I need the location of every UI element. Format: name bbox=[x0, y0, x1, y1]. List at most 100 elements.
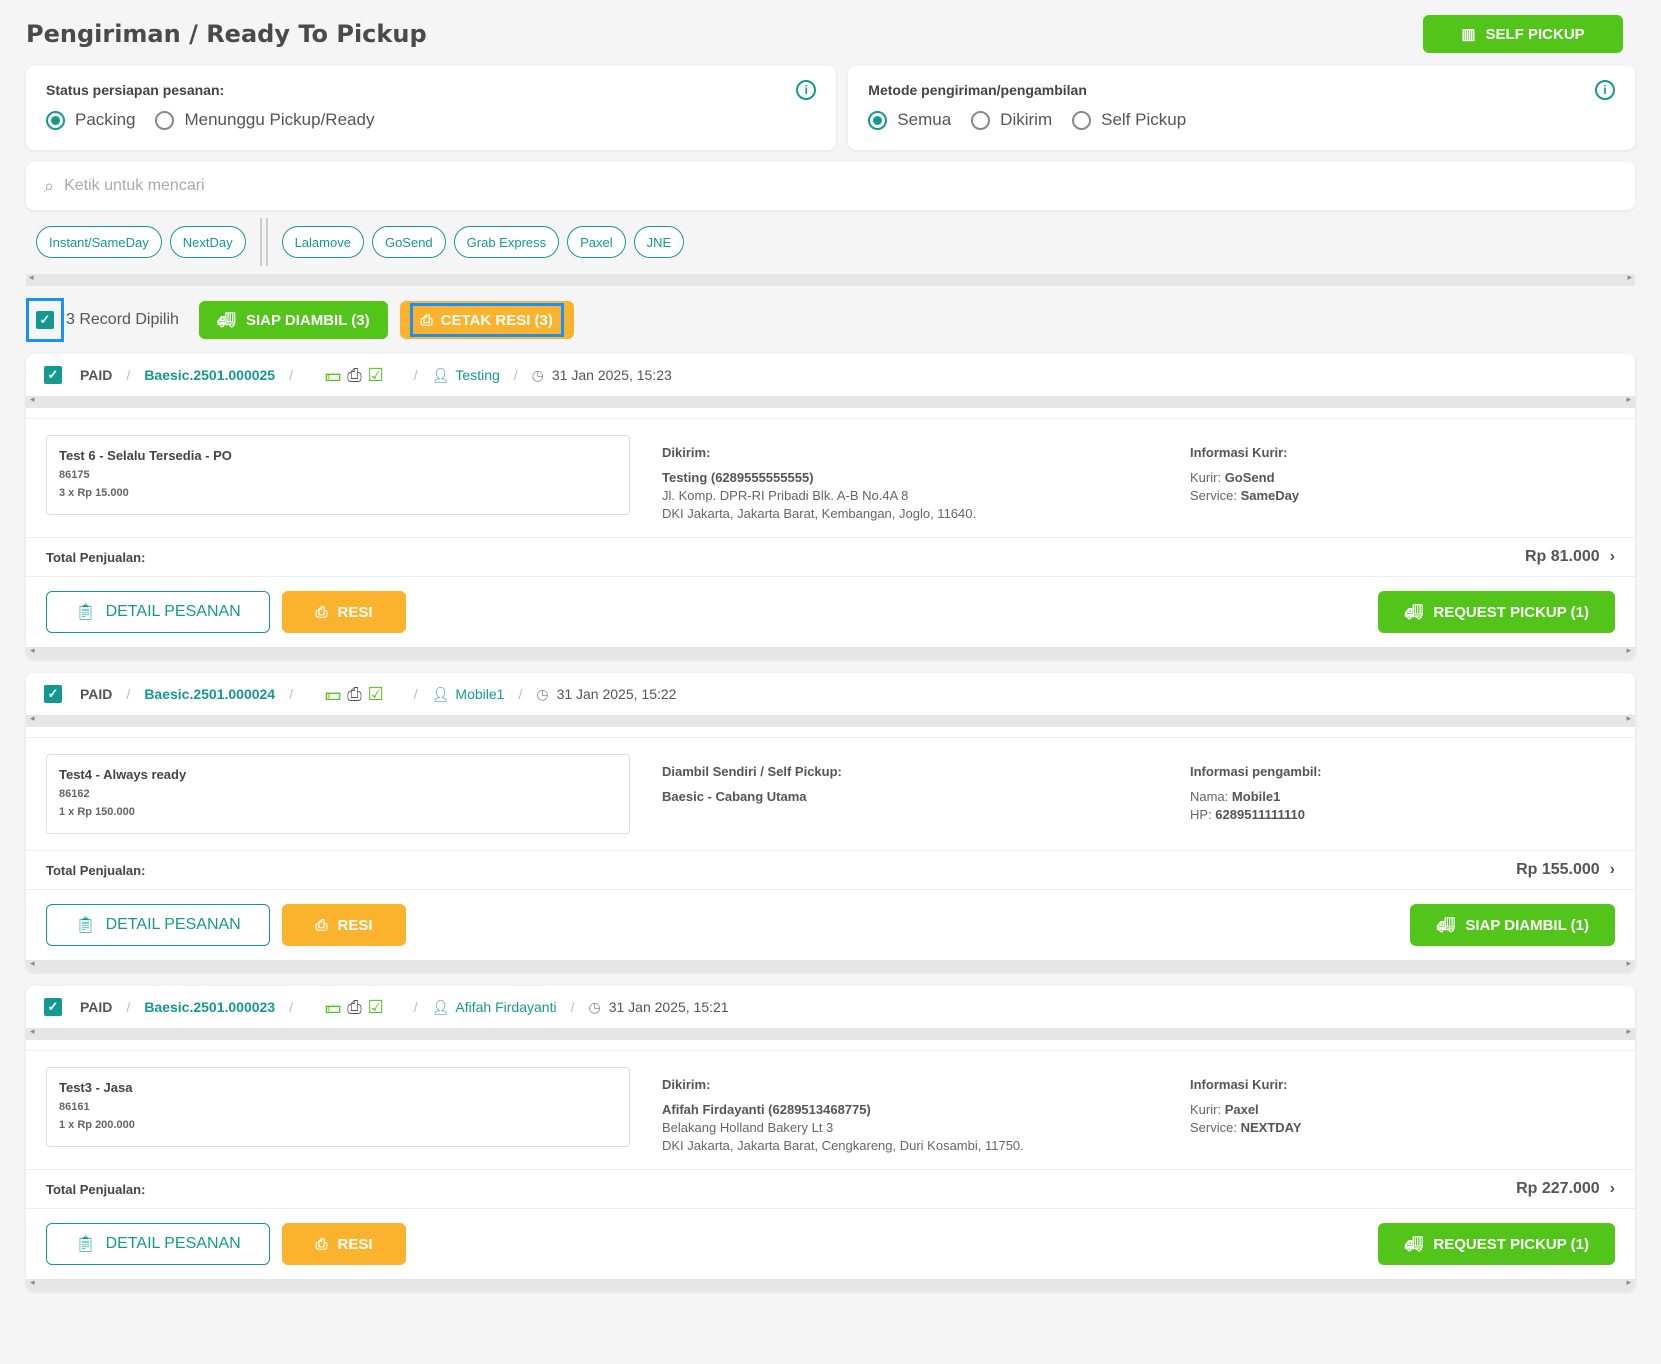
chip-gosend[interactable]: GoSend bbox=[371, 226, 446, 258]
picker-name-row: Nama: Mobile1 bbox=[1190, 789, 1321, 804]
customer: 👤︎ Afifah Firdayanti bbox=[432, 999, 557, 1016]
detail-pesanan-button[interactable]: 📋︎ DETAIL PESANAN bbox=[46, 591, 270, 633]
product-sku: 86175 bbox=[59, 469, 90, 481]
status-icons: 💵︎ ⎙ ☑ bbox=[325, 997, 384, 1018]
picker-value: Mobile1 bbox=[1231, 789, 1281, 804]
clipboard-icon: 📋︎ bbox=[75, 1236, 96, 1253]
page-title: Pengiriman / Ready To Pickup bbox=[26, 20, 427, 48]
courier-label: Informasi Kurir: bbox=[1190, 445, 1288, 460]
bulk-cetak-resi-button[interactable]: ⎙ CETAK RESI (3) bbox=[399, 301, 574, 339]
chip-lalamove[interactable]: Lalamove bbox=[281, 226, 364, 258]
order-number[interactable]: Baesic.2501.000024 bbox=[144, 686, 275, 702]
order-scrollbar[interactable] bbox=[26, 1277, 1635, 1291]
order-checkbox[interactable]: ✓ bbox=[44, 998, 62, 1016]
order-scrollbar[interactable] bbox=[26, 958, 1635, 972]
order-checkbox[interactable]: ✓ bbox=[44, 685, 62, 703]
self-pickup-button[interactable]: ▥ SELF PICKUP bbox=[1423, 15, 1623, 53]
radio-semua[interactable]: Semua bbox=[868, 110, 951, 130]
courier-value: Paxel bbox=[1224, 1102, 1259, 1117]
order-time: ◷ 31 Jan 2025, 15:23 bbox=[532, 367, 672, 384]
status-filter-card: Status persiapan pesanan: i Packing Menu… bbox=[26, 66, 837, 150]
total-amount: Rp 227.000 bbox=[1516, 1180, 1600, 1197]
detail-pesanan-button[interactable]: 📋︎ DETAIL PESANAN bbox=[46, 904, 270, 946]
cash-icon: 💵︎ bbox=[325, 996, 342, 1017]
order-card: ✓ PAID / Baesic.2501.000025 / 💵︎ ⎙ ☑ / 👤︎ T… bbox=[26, 354, 1635, 659]
printer-icon: ⎙ bbox=[315, 916, 328, 934]
select-all-checkbox[interactable]: ✓ bbox=[26, 298, 64, 342]
action-label: REQUEST PICKUP (1) bbox=[1433, 603, 1589, 621]
detail-label: DETAIL PESANAN bbox=[105, 1235, 241, 1252]
product-qty: 1 x Rp 150.000 bbox=[59, 806, 135, 818]
clock-icon: ◷ bbox=[531, 366, 544, 383]
separator: / bbox=[289, 686, 293, 702]
service-value: NEXTDAY bbox=[1240, 1120, 1302, 1135]
order-actions: 📋︎ DETAIL PESANAN ⎙ RESI 🚚︎ REQUEST PICKUP … bbox=[26, 577, 1635, 647]
radio-dikirim[interactable]: Dikirim bbox=[971, 110, 1052, 130]
separator: / bbox=[126, 999, 131, 1015]
order-scrollbar[interactable] bbox=[26, 394, 1635, 408]
chip-nextday[interactable]: NextDay bbox=[169, 226, 246, 258]
chip-jne[interactable]: JNE bbox=[633, 226, 685, 258]
separator: / bbox=[518, 686, 523, 702]
request-pickup-button[interactable]: 🚚︎ REQUEST PICKUP (1) bbox=[1378, 591, 1615, 633]
radio-label: Menunggu Pickup/Ready bbox=[184, 110, 375, 129]
radio-empty-icon bbox=[1072, 110, 1092, 130]
shipping-info: Dikirim: Testing (6289555555555) Jl. Kom… bbox=[662, 435, 1190, 521]
order-scrollbar[interactable] bbox=[26, 645, 1635, 659]
siap-diambil-button[interactable]: 🚚︎ SIAP DIAMBIL (1) bbox=[1410, 904, 1615, 946]
pickup-info: Diambil Sendiri / Self Pickup: Baesic - … bbox=[662, 754, 1190, 834]
search-input[interactable] bbox=[64, 177, 1617, 195]
order-actions: 📋︎ DETAIL PESANAN ⎙ RESI 🚚︎ SIAP DIAMBIL (1… bbox=[26, 890, 1635, 960]
total-row[interactable]: Total Penjualan: Rp 81.000 › bbox=[26, 537, 1635, 577]
order-number[interactable]: Baesic.2501.000025 bbox=[144, 367, 275, 383]
resi-button[interactable]: ⎙ RESI bbox=[282, 904, 406, 946]
radio-self-pickup[interactable]: Self Pickup bbox=[1072, 110, 1186, 130]
resi-button[interactable]: ⎙ RESI bbox=[282, 1223, 406, 1265]
action-label: REQUEST PICKUP (1) bbox=[1433, 1235, 1589, 1253]
shipping-info: Dikirim: Afifah Firdayanti (628951346877… bbox=[662, 1067, 1190, 1153]
product-name: Test3 - Jasa bbox=[59, 1080, 133, 1095]
service-row: Service: NEXTDAY bbox=[1190, 1120, 1302, 1135]
total-value: Rp 155.000 › bbox=[1516, 861, 1615, 879]
printer-icon: ⎙ bbox=[347, 364, 362, 385]
product-name: Test 6 - Selalu Tersedia - PO bbox=[59, 448, 232, 463]
product-sku: 86162 bbox=[59, 788, 90, 800]
order-body: Test4 - Always ready 86162 1 x Rp 150.00… bbox=[26, 737, 1635, 850]
pickup-location: Baesic - Cabang Utama bbox=[662, 789, 807, 804]
resi-button[interactable]: ⎙ RESI bbox=[282, 591, 406, 633]
order-time-text: 31 Jan 2025, 15:21 bbox=[608, 999, 729, 1015]
chevron-right-icon: › bbox=[1609, 548, 1615, 565]
order-time-text: 31 Jan 2025, 15:23 bbox=[551, 367, 672, 383]
courier-value: GoSend bbox=[1224, 470, 1275, 485]
total-row[interactable]: Total Penjualan: Rp 155.000 › bbox=[26, 850, 1635, 890]
radio-packing[interactable]: Packing bbox=[46, 110, 135, 130]
radio-menunggu-pickup[interactable]: Menunggu Pickup/Ready bbox=[155, 110, 374, 130]
order-checkbox[interactable]: ✓ bbox=[44, 366, 62, 384]
action-label: SIAP DIAMBIL (1) bbox=[1465, 916, 1589, 934]
courier-chips: Instant/SameDay NextDay Lalamove GoSend … bbox=[26, 218, 1635, 266]
order-number[interactable]: Baesic.2501.000023 bbox=[144, 999, 275, 1015]
order-scrollbar[interactable] bbox=[26, 1026, 1635, 1040]
status-icons: 💵︎ ⎙ ☑ bbox=[325, 365, 384, 386]
radio-selected-icon bbox=[46, 110, 65, 130]
user-icon: 👤︎ bbox=[431, 366, 450, 383]
address-line-2: DKI Jakarta, Jakarta Barat, Kembangan, J… bbox=[662, 506, 977, 521]
bulk-siap-diambil-button[interactable]: 🚚︎ SIAP DIAMBIL (3) bbox=[198, 301, 388, 339]
detail-pesanan-button[interactable]: 📋︎ DETAIL PESANAN bbox=[46, 1223, 270, 1265]
truck-icon: 🚚︎ bbox=[1436, 917, 1456, 934]
chips-scrollbar[interactable] bbox=[26, 272, 1635, 286]
courier-info: Informasi Kurir: Kurir: GoSend Service: … bbox=[1190, 435, 1299, 521]
order-scrollbar[interactable] bbox=[26, 713, 1635, 727]
courier-row: Kurir: Paxel bbox=[1190, 1102, 1302, 1117]
radio-label: Dikirim bbox=[1000, 110, 1053, 129]
product-sku: 86161 bbox=[59, 1101, 90, 1113]
chip-instant-sameday[interactable]: Instant/SameDay bbox=[36, 226, 162, 258]
info-icon[interactable]: i bbox=[1595, 80, 1615, 100]
chip-paxel[interactable]: Paxel bbox=[567, 226, 626, 258]
chevron-right-icon: › bbox=[1609, 861, 1615, 878]
chip-grab-express[interactable]: Grab Express bbox=[453, 226, 560, 258]
chevron-right-icon: › bbox=[1609, 1180, 1615, 1197]
total-row[interactable]: Total Penjualan: Rp 227.000 › bbox=[26, 1169, 1635, 1209]
order-card: ✓ PAID / Baesic.2501.000024 / 💵︎ ⎙ ☑ / 👤︎ M… bbox=[26, 673, 1635, 972]
request-pickup-button[interactable]: 🚚︎ REQUEST PICKUP (1) bbox=[1378, 1223, 1615, 1265]
